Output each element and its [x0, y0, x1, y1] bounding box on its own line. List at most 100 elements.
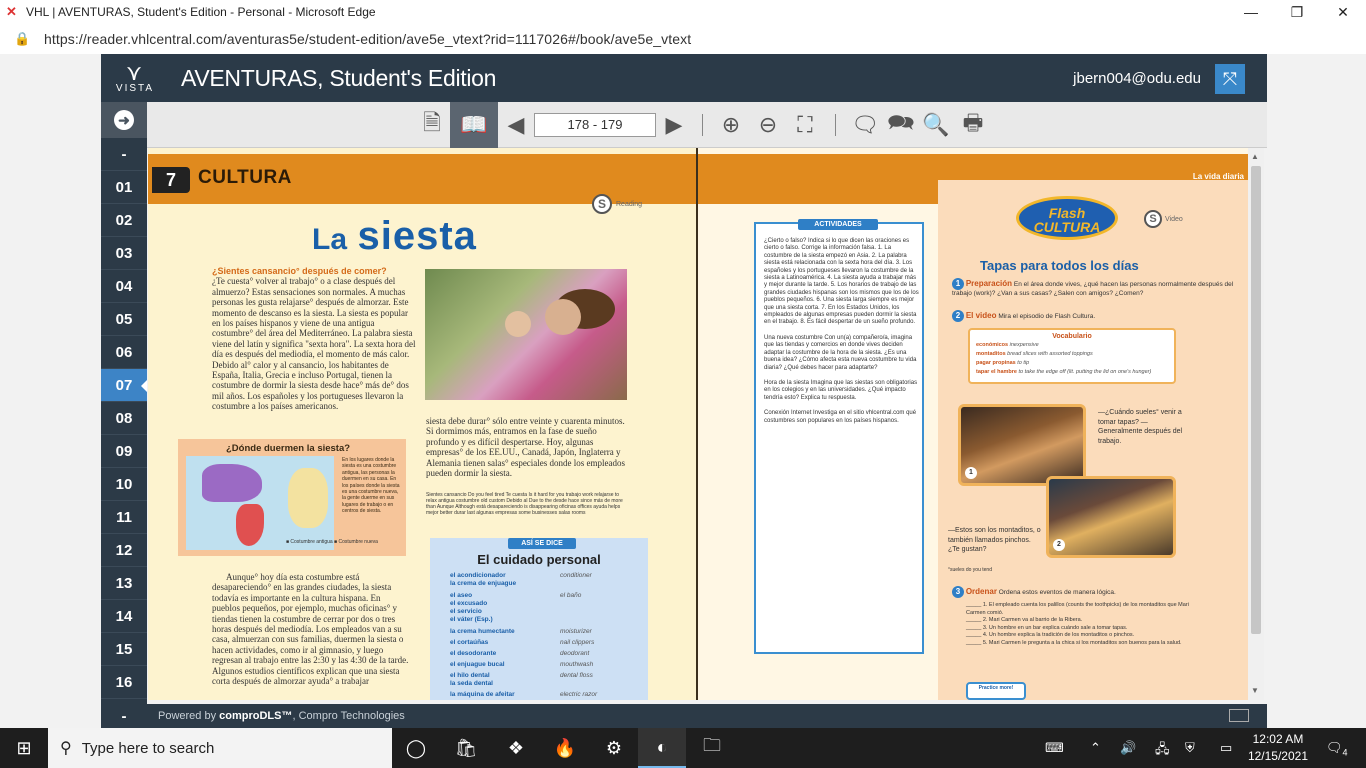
flash-cultura-logo: Flash CULTURA — [1016, 196, 1118, 240]
window-title: VHL | AVENTURAS, Student's Edition - Per… — [26, 5, 376, 19]
sidebar-item-08[interactable]: 08 — [101, 402, 147, 435]
settings-button[interactable]: ⚙ — [590, 728, 638, 768]
prep-label: Preparación — [965, 279, 1013, 288]
close-button[interactable]: ✕ — [1320, 0, 1366, 24]
sidebar-item-12[interactable]: 12 — [101, 534, 147, 567]
video-vocab-title: Vocabulario — [1052, 333, 1092, 340]
activity-2: Una nueva costumbre Con un(a) compañero/… — [764, 334, 917, 371]
video-vocab-row: montaditos bread slices with assorted to… — [976, 351, 1093, 357]
activity-1: ¿Cierto o falso? Indica si lo que dicen … — [764, 238, 919, 326]
double-page-button[interactable]: 📖 — [450, 102, 498, 148]
sidebar-item-04[interactable]: 04 — [101, 270, 147, 303]
sidebar-item-03[interactable]: 03 — [101, 237, 147, 270]
security-icon[interactable]: ⛨ — [1185, 740, 1195, 756]
zoom-out-button[interactable]: ⊖ — [753, 110, 783, 140]
notes-list-button[interactable]: 🗪 — [886, 110, 916, 140]
page-title: La siesta — [312, 214, 477, 259]
quote-1: —¿Cuándo sueles° venir a tomar tapas? —G… — [1098, 409, 1183, 445]
activity-4: Conexión Internet Investiga en el sitio … — [764, 410, 917, 424]
dropbox-button[interactable]: ❖ — [492, 728, 540, 768]
expand-icon: ⤧ — [1222, 68, 1238, 89]
sidebar-item-11[interactable]: 11 — [101, 501, 147, 534]
video-vocab-row: económicos inexpensive — [976, 342, 1039, 348]
footer-dash[interactable]: - — [101, 708, 147, 725]
scroll-up-icon[interactable]: ▲ — [1251, 152, 1259, 161]
next-page-button[interactable]: ▶ — [661, 110, 687, 140]
add-note-button[interactable]: 🗨 — [850, 110, 880, 140]
sidebar-item-front[interactable]: - — [101, 138, 147, 171]
print-button[interactable]: 🖶 — [957, 110, 989, 140]
sidebar-item-05[interactable]: 05 — [101, 303, 147, 336]
order-item: _____ 5. Mari Carmen le pregunta a la ch… — [966, 639, 1182, 646]
video-still-2: 2 — [1046, 476, 1176, 558]
video-link[interactable]: S Video — [1144, 210, 1183, 228]
page-number-input[interactable]: 178 - 179 — [534, 113, 656, 137]
activities-header: ACTIVIDADES — [798, 219, 878, 230]
vocab-row: el servicio — [450, 608, 482, 615]
network-icon[interactable]: 🖧 — [1155, 740, 1170, 762]
sidebar-item-06[interactable]: 06 — [101, 336, 147, 369]
sidebar-item-07[interactable]: 07 — [101, 369, 147, 402]
task-view-button[interactable]: ◯ — [392, 728, 440, 768]
sidebar-item-13[interactable]: 13 — [101, 567, 147, 600]
video-step-label: El video — [965, 311, 997, 320]
sidebar-item-14[interactable]: 14 — [101, 600, 147, 633]
windows-logo-icon: ⊞ — [16, 737, 32, 758]
start-button[interactable]: ⊞ — [0, 728, 48, 768]
footer-toggle-icon[interactable] — [1229, 709, 1249, 722]
edge-button[interactable]: ◐ — [638, 728, 686, 768]
firefox-button[interactable]: 🔥 — [541, 728, 589, 768]
dropbox-icon: ❖ — [507, 737, 525, 758]
notifications-icon[interactable]: 🗨4 — [1326, 740, 1348, 758]
chevron-up-icon[interactable]: ⌃ — [1090, 740, 1101, 756]
intro-paragraph: ¿Sientes cansancio° después de comer? ¿T… — [212, 266, 417, 412]
book-scrollbar[interactable]: ▲ ▼ — [1248, 148, 1264, 700]
single-page-button[interactable]: 🗎 — [417, 110, 447, 140]
volume-icon[interactable]: 🔊 — [1120, 740, 1136, 756]
scroll-thumb[interactable] — [1251, 166, 1261, 634]
fullscreen-button[interactable]: ⤧ — [1215, 64, 1245, 94]
sidebar-item-16[interactable]: 16 — [101, 666, 147, 699]
file-explorer-button[interactable]: 🗀 — [688, 728, 736, 768]
browser-titlebar: ✕ VHL | AVENTURAS, Student's Edition - P… — [0, 0, 1366, 24]
vista-logo[interactable]: ⋎ VISTA — [101, 54, 169, 102]
keyboard-icon[interactable]: ⌨ — [1045, 740, 1064, 756]
search-button[interactable]: 🔍 — [921, 110, 951, 140]
input-indicator-icon[interactable]: ▭ — [1220, 740, 1232, 756]
edge-icon: ◐ — [656, 736, 668, 757]
sidebar-item-15[interactable]: 15 — [101, 633, 147, 666]
toolbar-separator — [835, 114, 836, 136]
order-list: _____ 1. El empleado cuenta los palillos… — [966, 602, 1206, 647]
vocab-row: el hilo dental dental floss — [450, 672, 593, 679]
quote-2: —Estos son los montaditos, o también lla… — [948, 527, 1041, 553]
fit-page-button[interactable]: ⛶ — [790, 110, 820, 140]
practice-more-badge[interactable]: Practice more! — [966, 682, 1026, 700]
reading-link[interactable]: S Reading — [592, 194, 642, 214]
zoom-in-button[interactable]: ⊕ — [716, 110, 746, 140]
sidebar-item-09[interactable]: 09 — [101, 435, 147, 468]
url-text[interactable]: https://reader.vhlcentral.com/aventuras5… — [44, 31, 691, 47]
taskbar-clock[interactable]: 12:02 AM 12/15/2021 — [1248, 731, 1308, 765]
sidebar-item-01[interactable]: 01 — [101, 171, 147, 204]
order-text: Ordena estos eventos de manera lógica. — [998, 589, 1116, 596]
store-button[interactable]: 🛍 — [442, 728, 490, 768]
reading-label: Reading — [616, 200, 643, 208]
toggle-toc-button[interactable]: ➜ — [101, 102, 147, 138]
clock-date: 12/15/2021 — [1247, 749, 1308, 763]
sidebar-item-10[interactable]: 10 — [101, 468, 147, 501]
book-spread[interactable]: 7 CULTURA S Reading La siesta ¿Sientes c… — [148, 148, 1248, 700]
taskbar-search[interactable]: ⚲ Type here to search — [48, 728, 392, 768]
chapter-sidebar: - 01 02 03 04 05 06 07 08 09 10 11 12 13… — [101, 138, 147, 704]
address-bar[interactable]: 🔒 https://reader.vhlcentral.com/aventura… — [0, 24, 1366, 54]
sidebar-item-02[interactable]: 02 — [101, 204, 147, 237]
user-email[interactable]: jbern004@odu.edu — [1073, 70, 1201, 87]
task-view-icon: ◯ — [405, 737, 427, 758]
video-vocab-row: pagar propinas to tip — [976, 360, 1030, 366]
vista-logo-icon: ⋎ — [125, 59, 145, 85]
video-vocab-row: tapar el hambre to take the edge off (li… — [976, 369, 1152, 375]
scroll-down-icon[interactable]: ▼ — [1251, 686, 1259, 695]
step-2-badge: 2 — [952, 310, 964, 322]
minimize-button[interactable]: — — [1228, 0, 1274, 24]
restore-button[interactable]: ❐ — [1274, 0, 1320, 24]
prev-page-button[interactable]: ◀ — [503, 110, 529, 140]
